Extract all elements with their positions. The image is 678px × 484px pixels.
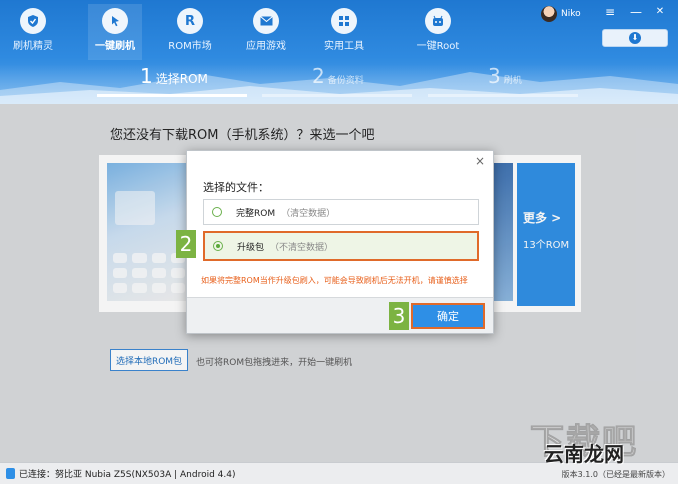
nav-item-tools[interactable]: 实用工具 xyxy=(318,4,370,60)
step-number: 2 xyxy=(312,64,325,88)
nav-item-label: 一键刷机 xyxy=(95,41,135,52)
robot-icon xyxy=(425,8,451,34)
grid-icon xyxy=(331,8,357,34)
user-name: Niko xyxy=(561,9,581,19)
nav-item-rom-market[interactable]: R ROM市场 xyxy=(164,4,216,60)
nav-item-label: 一键Root xyxy=(416,41,460,52)
nav-item-one-click-flash[interactable]: 一键刷机 xyxy=(88,4,142,60)
mail-icon xyxy=(253,8,279,34)
step-label: 备份资料 xyxy=(327,76,364,86)
step-progress-line xyxy=(97,94,247,97)
cursor-arrow-icon xyxy=(102,8,128,34)
warning-text: 如果将完整ROM当作升级包刷入，可能会导致刷机后无法开机，请谨慎选择 xyxy=(201,276,468,285)
step-label: 刷机 xyxy=(503,76,522,86)
step-select-rom: 1 选择ROM xyxy=(140,64,208,98)
option-note: （不清空数据） xyxy=(270,242,334,253)
step-number: 3 xyxy=(488,64,501,88)
option-title: 升级包 xyxy=(237,242,265,253)
shield-icon xyxy=(20,8,46,34)
close-icon[interactable]: × xyxy=(473,154,487,168)
option-note: （清空数据） xyxy=(281,208,336,219)
step-marker: 3 xyxy=(389,302,409,330)
watermark-small-text: 云南龙网 xyxy=(544,442,624,466)
radio-button-selected[interactable] xyxy=(213,241,223,251)
user-account[interactable]: Niko xyxy=(541,5,581,23)
download-manager-button[interactable]: ⬇ xyxy=(602,29,668,47)
flash-steps: 1 选择ROM 2 备份资料 3 刷机 xyxy=(0,64,678,104)
nav-item-label: 刷机精灵 xyxy=(13,41,53,52)
avatar xyxy=(541,6,557,22)
connection-status: 已连接：努比亚 Nubia Z5S(NX503A | Android 4.4) xyxy=(19,470,236,480)
step-marker: 2 xyxy=(176,230,196,258)
watermark: 下载吧 云南龙网 xyxy=(530,414,670,467)
nav-item-one-click-root[interactable]: 一键Root xyxy=(410,4,466,60)
dialog-footer: 确定 xyxy=(187,297,493,333)
main-nav: 刷机精灵 一键刷机 R ROM市场 应用游戏 实用工具 一键Root xyxy=(0,4,480,60)
step-number: 1 xyxy=(140,64,153,88)
step-label: 选择ROM xyxy=(155,72,208,86)
select-file-dialog: × 选择的文件： 完整ROM （清空数据） 升级包 （不清空数据） 如果将完整R… xyxy=(186,150,494,334)
option-full-rom[interactable]: 完整ROM （清空数据） xyxy=(203,199,479,225)
version-text: 版本3.1.0（已经是最新版本） xyxy=(561,470,670,479)
close-icon[interactable]: ✕ xyxy=(652,4,668,20)
nav-item-label: ROM市场 xyxy=(168,41,212,52)
step-backup: 2 备份资料 xyxy=(312,64,364,98)
confirm-button[interactable]: 确定 xyxy=(411,303,485,329)
dialog-label: 选择的文件： xyxy=(203,181,269,194)
step-progress-line xyxy=(262,94,412,97)
step-flash: 3 刷机 xyxy=(488,64,522,98)
app-header: 刷机精灵 一键刷机 R ROM市场 应用游戏 实用工具 一键Root Niko … xyxy=(0,0,678,104)
radio-button[interactable] xyxy=(212,207,222,217)
step-progress-line xyxy=(428,94,578,97)
menu-icon[interactable]: ≡ xyxy=(602,4,618,20)
nav-item-apps-games[interactable]: 应用游戏 xyxy=(240,4,292,60)
letter-r-icon: R xyxy=(177,8,203,34)
nav-item-flash-wizard[interactable]: 刷机精灵 xyxy=(8,4,58,60)
nav-item-label: 实用工具 xyxy=(324,41,364,52)
option-upgrade-package[interactable]: 升级包 （不清空数据） xyxy=(203,231,479,261)
option-title: 完整ROM xyxy=(236,208,276,219)
device-icon xyxy=(6,468,15,479)
nav-item-label: 应用游戏 xyxy=(246,41,286,52)
download-icon: ⬇ xyxy=(629,32,641,44)
minimize-icon[interactable]: — xyxy=(628,4,644,20)
